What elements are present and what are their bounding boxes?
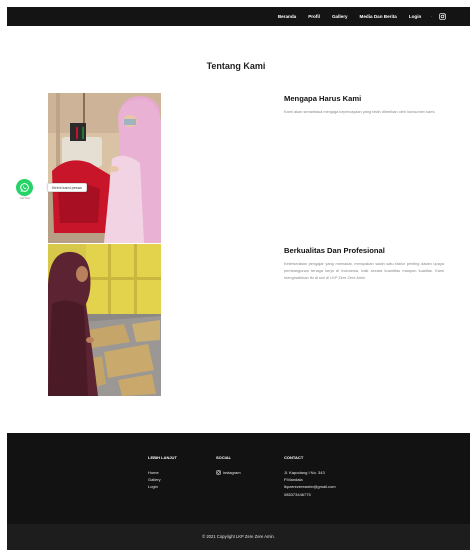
footer: LEBIH LANJUT Home Gallery Login SOCIAL i… bbox=[7, 433, 470, 524]
page-title: Tentang Kami bbox=[206, 61, 266, 71]
whatsapp-icon bbox=[20, 183, 29, 192]
footer-heading: CONTACT bbox=[284, 455, 304, 460]
footer-link-home[interactable]: Home bbox=[148, 469, 177, 476]
nav-item-gallery[interactable]: Gallery bbox=[332, 14, 348, 19]
contact-address: Jl. Kapodang I No. 343 bbox=[284, 470, 325, 475]
contact-phone[interactable]: 085373446775 bbox=[284, 491, 336, 498]
footer-col-contact: CONTACT Jl. Kapodang I No. 343 P.Mandala… bbox=[284, 455, 336, 498]
footer-heading: SOCIAL bbox=[216, 455, 232, 460]
nav-item-beranda[interactable]: Beranda bbox=[278, 14, 296, 19]
contact-area: P.Mandala bbox=[284, 477, 303, 483]
nav-item-login[interactable]: Login bbox=[409, 14, 422, 19]
nav-item-profil[interactable]: Profil bbox=[308, 14, 320, 19]
footer-link-gallery[interactable]: Gallery bbox=[148, 476, 177, 483]
footer-heading: LEBIH LANJUT bbox=[148, 455, 177, 460]
footer-col-social: SOCIAL instagram bbox=[216, 455, 241, 476]
top-navbar: Beranda Profil Gallery Media Dan Berita … bbox=[7, 7, 470, 26]
footer-col-lebih-lanjut: LEBIH LANJUT Home Gallery Login bbox=[148, 455, 177, 491]
section-mengapa-harus-kami: Mengapa Harus Kami Kami akan senantiasa … bbox=[284, 94, 444, 116]
section-body: Ketersediaan pengajar yang memadai, meru… bbox=[284, 261, 444, 280]
nav-menu: Beranda Profil Gallery Media Dan Berita … bbox=[266, 7, 446, 26]
section-body: Kami akan senantiasa menjaga kepercayaan… bbox=[284, 109, 436, 114]
instagram-icon bbox=[216, 470, 221, 475]
instagram-icon[interactable] bbox=[439, 13, 446, 20]
footer-link-login[interactable]: Login bbox=[148, 483, 177, 490]
copyright-bar: © 2021 Copyright LKP Zere Zere Amin. bbox=[7, 524, 470, 550]
whatsapp-message-bubble[interactable]: Kirimi kami pesan bbox=[47, 183, 87, 192]
whatsapp-button[interactable] bbox=[16, 179, 33, 196]
nav-separator: · bbox=[430, 13, 432, 20]
footer-link-instagram[interactable]: instagram bbox=[216, 469, 241, 476]
whatsapp-caption: Call Now bbox=[19, 197, 31, 200]
contact-email[interactable]: lkpzerezereamin@gmail.com bbox=[284, 483, 336, 490]
copyright-text: © 2021 Copyright LKP Zere Zere Amin. bbox=[202, 534, 275, 539]
instagram-label: instagram bbox=[223, 470, 241, 475]
nav-item-media-dan-berita[interactable]: Media Dan Berita bbox=[360, 14, 397, 19]
section-title: Mengapa Harus Kami bbox=[284, 94, 362, 103]
cutting-pattern-photo bbox=[48, 244, 161, 396]
sewing-photo bbox=[48, 93, 161, 243]
section-title: Berkualitas Dan Profesional bbox=[284, 246, 385, 255]
section-berkualitas: Berkualitas Dan Profesional Ketersediaan… bbox=[284, 246, 444, 281]
